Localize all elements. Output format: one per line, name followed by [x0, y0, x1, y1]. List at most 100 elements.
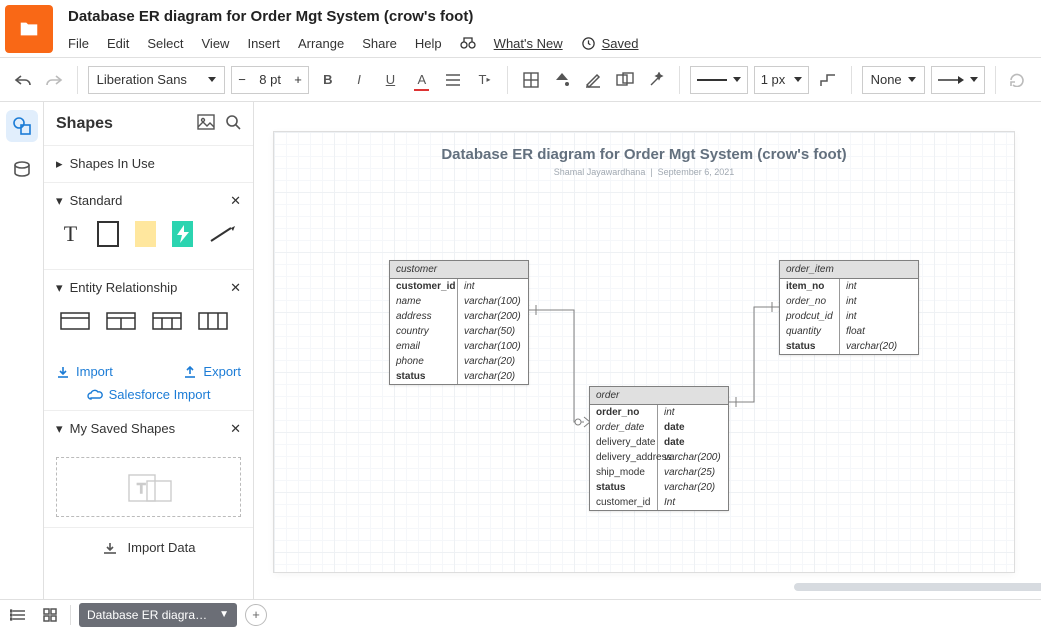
shape-text[interactable]: T: [60, 221, 81, 247]
salesforce-import-link[interactable]: Salesforce Import: [56, 387, 241, 402]
align-button[interactable]: [440, 66, 465, 94]
bottom-bar: Database ER diagra…▼ +: [0, 599, 1041, 629]
entity-field[interactable]: order_noint: [780, 294, 918, 309]
menu-insert[interactable]: Insert: [247, 36, 280, 51]
shape-style-button[interactable]: [612, 66, 637, 94]
format-toolbar: Liberation Sans − 8 pt + B I U A T▸ 1 px…: [0, 58, 1041, 102]
close-icon[interactable]: ✕: [230, 280, 241, 296]
entity-field[interactable]: statusvarchar(20): [390, 369, 528, 384]
entity-field[interactable]: addressvarchar(200): [390, 309, 528, 324]
menu-edit[interactable]: Edit: [107, 36, 129, 51]
magic-button[interactable]: [643, 66, 668, 94]
entity-field[interactable]: customer_idInt: [590, 495, 728, 510]
save-status[interactable]: Saved: [581, 36, 639, 51]
text-color-button[interactable]: A: [409, 66, 434, 94]
shape-note[interactable]: [135, 221, 156, 247]
er-shape-4[interactable]: [198, 308, 228, 334]
diagram-page[interactable]: Database ER diagram for Order Mgt System…: [274, 132, 1014, 572]
folder-icon: [18, 18, 40, 40]
fill-color-button[interactable]: [549, 66, 574, 94]
import-link[interactable]: Import: [56, 364, 113, 379]
line-width-select[interactable]: 1 px: [754, 66, 810, 94]
er-shape-2[interactable]: [106, 308, 136, 334]
menu-whats-new[interactable]: What's New: [494, 36, 563, 51]
section-standard[interactable]: ▾ Standard✕: [56, 193, 241, 209]
font-size-decrease[interactable]: −: [232, 72, 252, 87]
er-shape-3[interactable]: [152, 308, 182, 334]
diagram-title-block[interactable]: Database ER diagram for Order Mgt System…: [274, 132, 1014, 177]
entity-order[interactable]: order order_nointorder_datedatedelivery_…: [589, 386, 729, 511]
find-icon[interactable]: [460, 35, 476, 52]
document-title[interactable]: Database ER diagram for Order Mgt System…: [62, 4, 1041, 29]
app-header: Database ER diagram for Order Mgt System…: [0, 0, 1041, 58]
font-family-select[interactable]: Liberation Sans: [88, 66, 226, 94]
shape-live[interactable]: [172, 221, 193, 247]
bold-button[interactable]: B: [315, 66, 340, 94]
app-logo[interactable]: [5, 5, 53, 53]
section-shapes-in-use[interactable]: ▸ Shapes In Use: [56, 156, 241, 172]
saved-shapes-dropzone[interactable]: T: [56, 457, 241, 517]
menu-select[interactable]: Select: [147, 36, 183, 51]
entity-field[interactable]: phonevarchar(20): [390, 354, 528, 369]
entity-field[interactable]: statusvarchar(20): [590, 480, 728, 495]
entity-field[interactable]: ship_modevarchar(25): [590, 465, 728, 480]
rail-data-button[interactable]: [6, 154, 38, 186]
panel-search-icon[interactable]: [225, 114, 241, 133]
entity-field[interactable]: delivery_datedate: [590, 435, 728, 450]
close-icon[interactable]: ✕: [230, 193, 241, 209]
page-tab[interactable]: Database ER diagra…▼: [79, 603, 237, 627]
entity-field[interactable]: countryvarchar(50): [390, 324, 528, 339]
close-icon[interactable]: ✕: [230, 421, 241, 437]
er-shape-1[interactable]: [60, 308, 90, 334]
left-rail: [0, 102, 44, 599]
underline-button[interactable]: U: [378, 66, 403, 94]
entity-field[interactable]: customer_idint: [390, 279, 528, 294]
section-saved-shapes[interactable]: ▾ My Saved Shapes✕: [56, 421, 241, 437]
view-list-icon[interactable]: [6, 603, 30, 627]
layout-button[interactable]: [518, 66, 543, 94]
entity-field[interactable]: quantityfloat: [780, 324, 918, 339]
entity-field[interactable]: item_noint: [780, 279, 918, 294]
start-endpoint-select[interactable]: None: [862, 66, 925, 94]
menu-help[interactable]: Help: [415, 36, 442, 51]
canvas[interactable]: Database ER diagram for Order Mgt System…: [254, 102, 1041, 599]
entity-field[interactable]: order_datedate: [590, 420, 728, 435]
border-color-button[interactable]: [581, 66, 606, 94]
line-style-select[interactable]: [690, 66, 748, 94]
text-options-button[interactable]: T▸: [472, 66, 497, 94]
section-er[interactable]: ▾ Entity Relationship✕: [56, 280, 241, 296]
export-link[interactable]: Export: [183, 364, 241, 379]
svg-text:T: T: [137, 480, 146, 496]
entity-field[interactable]: delivery_addressvarchar(200): [590, 450, 728, 465]
menu-share[interactable]: Share: [362, 36, 397, 51]
shape-arrow[interactable]: [209, 221, 237, 247]
entity-field[interactable]: emailvarchar(100): [390, 339, 528, 354]
shape-rectangle[interactable]: [97, 221, 119, 247]
menu-view[interactable]: View: [202, 36, 230, 51]
entity-order-item[interactable]: order_item item_nointorder_nointprodcut_…: [779, 260, 919, 355]
import-data-button[interactable]: Import Data: [44, 527, 253, 567]
undo-button[interactable]: [10, 66, 35, 94]
font-size-stepper[interactable]: − 8 pt +: [231, 66, 309, 94]
font-size-increase[interactable]: +: [288, 72, 308, 87]
end-endpoint-select[interactable]: [931, 66, 985, 94]
view-grid-icon[interactable]: [38, 603, 62, 627]
entity-field[interactable]: statusvarchar(20): [780, 339, 918, 354]
menu-arrange[interactable]: Arrange: [298, 36, 344, 51]
entity-customer[interactable]: customer customer_idintnamevarchar(100)a…: [389, 260, 529, 385]
menu-bar: File Edit Select View Insert Arrange Sha…: [62, 29, 1041, 52]
add-page-button[interactable]: +: [245, 604, 267, 626]
entity-field[interactable]: order_noint: [590, 405, 728, 420]
entity-field[interactable]: prodcut_idint: [780, 309, 918, 324]
panel-image-icon[interactable]: [197, 114, 215, 133]
revert-button[interactable]: [1006, 66, 1031, 94]
font-size-value[interactable]: 8 pt: [252, 72, 288, 87]
redo-button[interactable]: [41, 66, 66, 94]
horizontal-scrollbar[interactable]: [534, 583, 1011, 593]
entity-field[interactable]: namevarchar(100): [390, 294, 528, 309]
italic-button[interactable]: I: [346, 66, 371, 94]
shapes-panel-title: Shapes: [56, 115, 113, 133]
rail-shapes-button[interactable]: [6, 110, 38, 142]
line-shape-button[interactable]: [815, 66, 840, 94]
menu-file[interactable]: File: [68, 36, 89, 51]
